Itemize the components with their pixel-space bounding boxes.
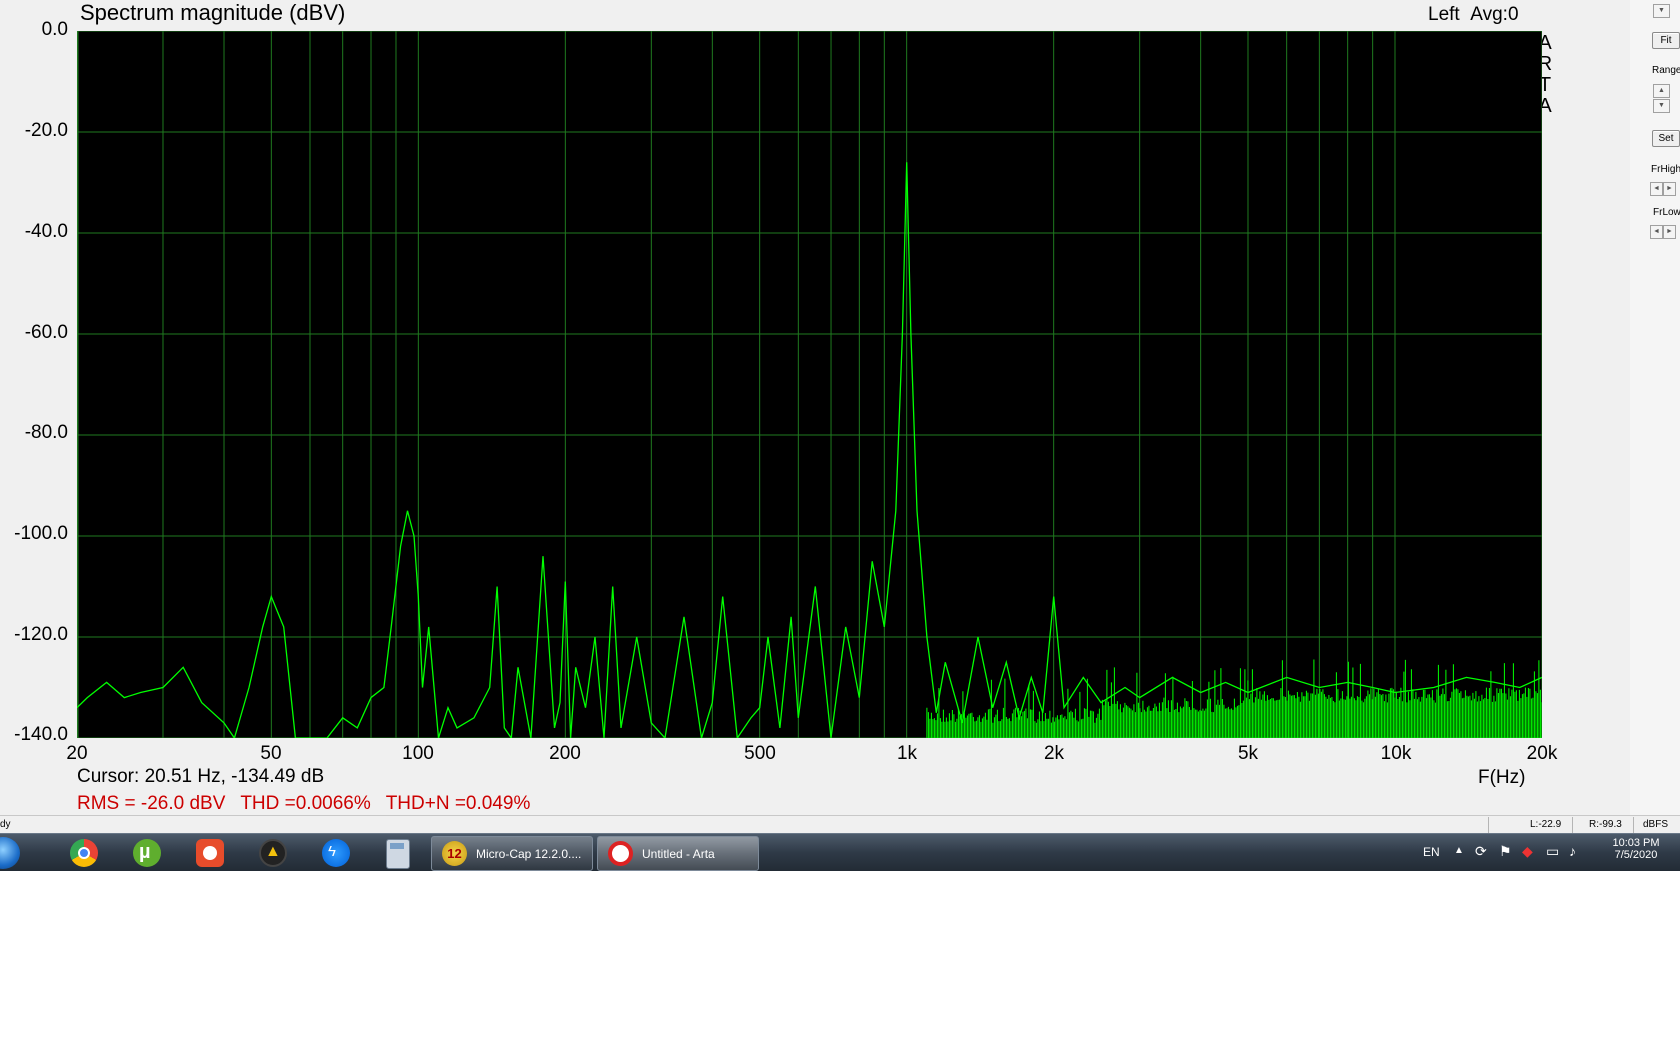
control-panel: ▼ Fit Range ▲ ▼ Set FrHigh ◄ ► FrLow ◄ ► xyxy=(1630,0,1680,815)
y-tick-label: -20.0 xyxy=(24,120,68,141)
x-tick-label: 20k xyxy=(1526,743,1558,764)
taskbar: µ ▲ ϟ 12 Micro-Cap 12.2.0.... Untitled -… xyxy=(0,833,1680,871)
taskbar-window-label: Untitled - Arta xyxy=(642,847,715,861)
y-tick-label: -140.0 xyxy=(14,724,68,745)
utorrent-icon[interactable]: µ xyxy=(133,839,161,867)
range-up-button[interactable]: ▲ xyxy=(1653,84,1670,98)
security-icon[interactable]: ◆ xyxy=(1522,843,1533,860)
status-divider xyxy=(1572,817,1573,833)
status-divider xyxy=(1633,817,1634,833)
x-tick-label: 100 xyxy=(402,743,434,764)
range-down-button[interactable]: ▼ xyxy=(1653,99,1670,113)
clock[interactable]: 10:03 PM 7/5/2020 xyxy=(1609,837,1663,861)
frhigh-left-button[interactable]: ◄ xyxy=(1650,182,1663,196)
channel-avg-info: Left Avg:0 xyxy=(1428,4,1519,26)
start-orb-icon[interactable] xyxy=(0,837,20,869)
level-left: L:-22.9 xyxy=(1530,819,1562,830)
scroll-down-button[interactable]: ▼ xyxy=(1653,4,1670,18)
status-divider xyxy=(1488,817,1489,833)
show-hidden-icons[interactable]: ▲ xyxy=(1454,845,1464,856)
messenger-icon[interactable]: ϟ xyxy=(322,839,350,867)
y-tick-label: -80.0 xyxy=(24,422,68,443)
xmind-icon[interactable]: ▲ xyxy=(259,839,287,867)
x-tick-label: 500 xyxy=(744,743,776,764)
frhigh-right-button[interactable]: ► xyxy=(1663,182,1676,196)
plot-title: Spectrum magnitude (dBV) xyxy=(80,0,346,25)
status-bar: dy L:-22.9 R:-99.3 dBFS xyxy=(0,815,1680,834)
channel-label: Left xyxy=(1428,4,1460,25)
arta-icon xyxy=(608,841,633,866)
range-label: Range xyxy=(1652,65,1680,76)
language-indicator[interactable]: EN xyxy=(1423,845,1440,859)
taskbar-window-microcap[interactable]: 12 Micro-Cap 12.2.0.... xyxy=(431,836,593,871)
x-tick-label: 20 xyxy=(66,743,88,764)
rms-readout: RMS = -26.0 dBV xyxy=(77,793,226,814)
x-tick-label: 200 xyxy=(549,743,581,764)
volume-icon[interactable]: ♪ xyxy=(1569,843,1576,859)
thd-readout: THD =0.0066% xyxy=(240,793,371,814)
frhigh-label: FrHigh xyxy=(1651,164,1680,175)
cursor-readout: Cursor: 20.51 Hz, -134.49 dB xyxy=(77,766,325,787)
y-tick-label: -60.0 xyxy=(24,322,68,343)
x-tick-label: 10k xyxy=(1380,743,1412,764)
clock-date: 7/5/2020 xyxy=(1614,849,1658,861)
frlow-right-button[interactable]: ► xyxy=(1663,225,1676,239)
y-tick-label: -100.0 xyxy=(14,523,68,544)
x-tick-label: 50 xyxy=(260,743,282,764)
spectrum-plot[interactable] xyxy=(77,31,1542,738)
calculator-icon[interactable] xyxy=(386,839,410,869)
frlow-left-button[interactable]: ◄ xyxy=(1650,225,1663,239)
taskbar-window-arta[interactable]: Untitled - Arta xyxy=(597,836,759,871)
taskbar-window-label: Micro-Cap 12.2.0.... xyxy=(476,847,582,861)
thdn-readout: THD+N =0.049% xyxy=(385,793,531,814)
status-text: dy xyxy=(0,819,11,830)
network-icon[interactable]: ▭ xyxy=(1546,843,1559,860)
y-tick-label: -120.0 xyxy=(14,624,68,645)
avg-label: Avg:0 xyxy=(1470,4,1519,25)
x-tick-label: 2k xyxy=(1043,743,1065,764)
level-units: dBFS xyxy=(1643,819,1669,830)
level-right: R:-99.3 xyxy=(1589,819,1622,830)
gom-player-icon[interactable] xyxy=(196,839,224,867)
measurement-readout: RMS = -26.0 dBV THD =0.0066% THD+N =0.04… xyxy=(77,793,540,815)
sync-icon[interactable]: ⟳ xyxy=(1475,843,1487,860)
frlow-label: FrLow xyxy=(1653,207,1680,218)
action-center-flag-icon[interactable]: ⚑ xyxy=(1499,843,1512,860)
arta-window: Spectrum magnitude (dBV) Left Avg:0 A R … xyxy=(0,0,1680,819)
set-button[interactable]: Set xyxy=(1652,130,1680,147)
chrome-icon[interactable] xyxy=(70,839,98,867)
y-tick-label: 0.0 xyxy=(41,19,68,40)
y-tick-label: -40.0 xyxy=(24,221,68,242)
x-tick-label: 1k xyxy=(896,743,918,764)
clock-time: 10:03 PM xyxy=(1612,837,1660,849)
x-tick-label: 5k xyxy=(1237,743,1259,764)
fit-button[interactable]: Fit xyxy=(1652,32,1680,49)
x-axis-unit: F(Hz) xyxy=(1478,767,1526,788)
microcap-icon: 12 xyxy=(442,841,467,866)
